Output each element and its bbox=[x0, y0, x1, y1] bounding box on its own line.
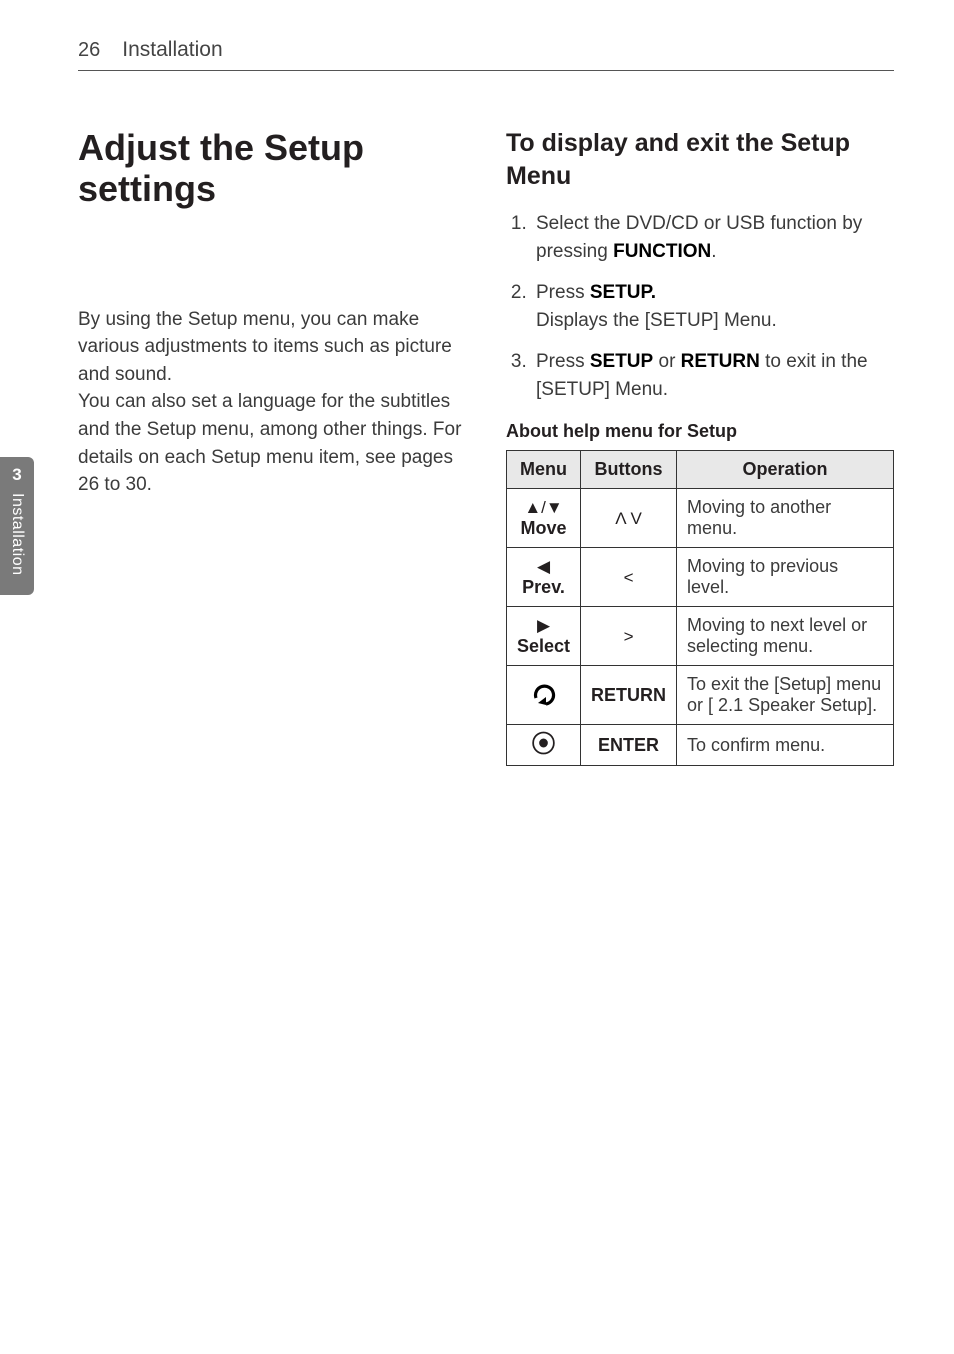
menu-label: Move bbox=[521, 518, 567, 538]
step-bold: SETUP bbox=[590, 351, 653, 372]
cell-button: < bbox=[581, 548, 677, 607]
cell-operation: Moving to another menu. bbox=[677, 489, 894, 548]
th-operation: Operation bbox=[677, 451, 894, 489]
table-row: ◀ Prev. < Moving to previous level. bbox=[507, 548, 894, 607]
cell-button: ENTER bbox=[581, 725, 677, 766]
greater-than-icon: > bbox=[624, 627, 634, 646]
right-triangle-icon: ▶ bbox=[537, 616, 550, 635]
step-bold: RETURN bbox=[681, 351, 760, 372]
table-row: RETURN To exit the [Setup] menu or [ 2.1… bbox=[507, 666, 894, 725]
th-menu: Menu bbox=[507, 451, 581, 489]
cell-button: Λ V bbox=[581, 489, 677, 548]
main-heading: Adjust the Setup settings bbox=[78, 127, 466, 210]
page-number: 26 bbox=[78, 39, 100, 62]
table-row: ▶ Select > Moving to next level or selec… bbox=[507, 607, 894, 666]
cell-button: > bbox=[581, 607, 677, 666]
step-text: Press bbox=[536, 282, 590, 303]
left-triangle-icon: ◀ bbox=[537, 557, 550, 576]
cell-menu-prev: ◀ Prev. bbox=[507, 548, 581, 607]
page: 26 Installation 3 Installation Adjust th… bbox=[0, 0, 954, 1354]
table-header-row: Menu Buttons Operation bbox=[507, 451, 894, 489]
enter-icon: ⦿ bbox=[532, 733, 556, 757]
intro-para-2: You can also set a language for the subt… bbox=[78, 388, 466, 498]
cell-menu-enter: ⦿ bbox=[507, 725, 581, 766]
step-bold: SETUP. bbox=[590, 282, 656, 303]
return-icon bbox=[529, 684, 559, 706]
cell-operation: Moving to next level or selecting menu. bbox=[677, 607, 894, 666]
step-text: Press bbox=[536, 351, 590, 372]
help-table: Menu Buttons Operation ▲/▼ Move Λ V Movi… bbox=[506, 450, 894, 766]
cell-menu-return bbox=[507, 666, 581, 725]
up-down-triangle-icon: ▲/▼ bbox=[524, 498, 562, 517]
step-bold: FUNCTION bbox=[613, 241, 711, 262]
menu-label: Prev. bbox=[522, 577, 565, 597]
header-title: Installation bbox=[122, 38, 222, 62]
left-column: Adjust the Setup settings By using the S… bbox=[78, 127, 466, 766]
th-buttons: Buttons bbox=[581, 451, 677, 489]
step-3: Press SETUP or RETURN to exit in the [SE… bbox=[532, 348, 894, 403]
cell-menu-move: ▲/▼ Move bbox=[507, 489, 581, 548]
step-1: Select the DVD/CD or USB function by pre… bbox=[532, 210, 894, 265]
steps-list: Select the DVD/CD or USB function by pre… bbox=[506, 210, 894, 403]
right-column: To display and exit the Setup Menu Selec… bbox=[506, 127, 894, 766]
step-line2: Displays the [SETUP] Menu. bbox=[536, 310, 777, 331]
cell-operation: To confirm menu. bbox=[677, 725, 894, 766]
menu-label: Select bbox=[517, 636, 570, 656]
caret-up-down-icon: Λ V bbox=[615, 509, 641, 528]
content-columns: Adjust the Setup settings By using the S… bbox=[78, 127, 894, 766]
step-text: or bbox=[653, 351, 680, 372]
step-2: Press SETUP. Displays the [SETUP] Menu. bbox=[532, 279, 894, 334]
cell-menu-select: ▶ Select bbox=[507, 607, 581, 666]
table-row: ⦿ ENTER To confirm menu. bbox=[507, 725, 894, 766]
cell-operation: To exit the [Setup] menu or [ 2.1 Speake… bbox=[677, 666, 894, 725]
cell-button: RETURN bbox=[581, 666, 677, 725]
less-than-icon: < bbox=[624, 568, 634, 587]
table-row: ▲/▼ Move Λ V Moving to another menu. bbox=[507, 489, 894, 548]
sub-heading: To display and exit the Setup Menu bbox=[506, 127, 894, 192]
intro-para-1: By using the Setup menu, you can make va… bbox=[78, 306, 466, 389]
side-tab-number: 3 bbox=[0, 465, 34, 485]
step-text: . bbox=[711, 241, 716, 262]
side-tab: 3 Installation bbox=[0, 457, 34, 595]
side-tab-label: Installation bbox=[8, 493, 26, 576]
cell-operation: Moving to previous level. bbox=[677, 548, 894, 607]
page-header: 26 Installation bbox=[78, 38, 894, 71]
table-caption: About help menu for Setup bbox=[506, 421, 894, 442]
